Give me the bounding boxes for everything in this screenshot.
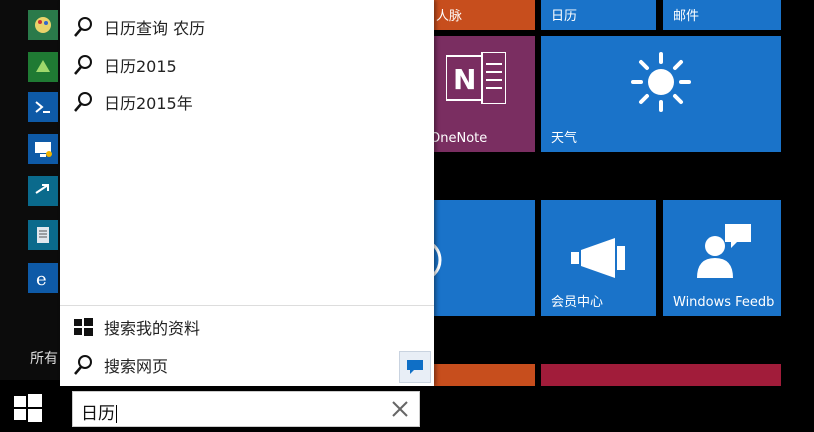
search-icon: [74, 17, 92, 37]
search-icon: [74, 55, 92, 75]
windows-logo-icon: [74, 318, 93, 336]
arrow-icon: [28, 176, 58, 206]
search-icon: [74, 355, 92, 375]
sun-icon: [631, 52, 691, 112]
close-icon[interactable]: [387, 396, 413, 422]
terminal-icon: [28, 92, 58, 122]
tile-windows-feedback[interactable]: Windows Feedb: [663, 200, 781, 316]
tile-member-center[interactable]: 会员中心: [541, 200, 656, 316]
suggestion-label: 日历2015: [104, 57, 177, 76]
tile-label: 天气: [551, 131, 578, 146]
search-my-stuff-button[interactable]: 搜索我的资料: [72, 312, 200, 342]
windows-logo-icon: [14, 394, 42, 422]
app-icon-powershell[interactable]: [28, 92, 58, 122]
person-feedback-icon: [697, 224, 751, 278]
app-list-column: e: [0, 0, 60, 380]
search-web-button[interactable]: 搜索网页: [72, 350, 168, 380]
tile-partial-red[interactable]: [541, 364, 781, 386]
start-button[interactable]: [10, 390, 46, 426]
tile-mail[interactable]: 邮件: [663, 0, 781, 30]
notepad-icon: [28, 220, 58, 250]
tile-weather[interactable]: 天气: [541, 36, 781, 152]
suggestion-item[interactable]: 日历查询 农历: [72, 12, 205, 42]
monitor-icon: [28, 134, 58, 164]
svg-text:N: N: [453, 63, 476, 96]
tile-calendar[interactable]: 日历: [541, 0, 656, 30]
app-icon-notepad[interactable]: [28, 220, 58, 250]
tile-store[interactable]: [420, 200, 535, 316]
tile-label: 邮件: [673, 9, 700, 24]
tile-people[interactable]: 人脉: [420, 0, 535, 30]
search-icon: [74, 92, 92, 112]
internet-explorer-icon: e: [28, 263, 58, 293]
app-icon-sync[interactable]: [28, 176, 58, 206]
feedback-button[interactable]: [399, 351, 431, 383]
app-icon-maps[interactable]: [28, 52, 58, 82]
onenote-icon: N: [446, 52, 506, 104]
search-my-stuff-label: 搜索我的资料: [104, 319, 201, 338]
app-icon-remote-desktop[interactable]: [28, 134, 58, 164]
tile-label: 会员中心: [551, 295, 604, 310]
svg-text:e: e: [36, 269, 47, 290]
suggestion-label: 日历查询 农历: [104, 19, 206, 38]
app-icon-paint[interactable]: [28, 10, 58, 40]
text-caret: [116, 405, 117, 423]
suggestion-label: 日历2015年: [104, 94, 193, 113]
taskbar-search-input[interactable]: 日历: [72, 391, 420, 427]
tile-label: 人脉: [436, 9, 463, 24]
search-web-label: 搜索网页: [104, 357, 169, 376]
suggestion-item[interactable]: 日历2015年: [72, 87, 193, 117]
search-query: 日历: [81, 404, 115, 424]
divider: [60, 305, 434, 306]
tile-label: OneNote: [430, 131, 488, 146]
tile-label: Windows Feedb: [673, 295, 775, 310]
search-results-panel: 日历查询 农历 日历2015 日历2015年 搜索我的资料 搜索网页: [60, 0, 434, 386]
search-input-text: 日历: [81, 399, 117, 424]
all-apps-label[interactable]: 所有: [30, 348, 58, 368]
app-icon-ie[interactable]: e: [28, 263, 58, 293]
paint-icon: [28, 10, 58, 40]
megaphone-icon: [571, 238, 625, 278]
tile-onenote[interactable]: N OneNote: [420, 36, 535, 152]
feedback-icon: [407, 360, 423, 374]
tile-partial-orange[interactable]: [420, 364, 535, 386]
green-app-icon: [28, 52, 58, 82]
tile-label: 日历: [551, 9, 578, 24]
suggestion-item[interactable]: 日历2015: [72, 50, 177, 80]
